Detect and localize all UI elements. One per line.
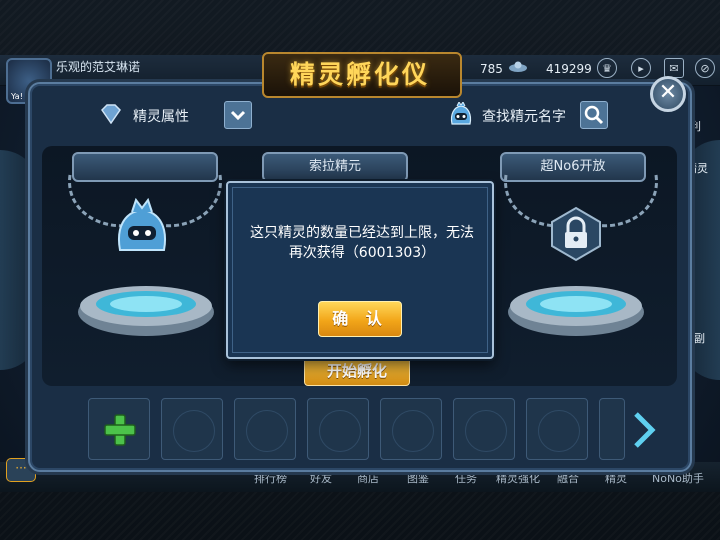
slot-ring bbox=[319, 410, 361, 452]
play-icon[interactable]: ▸ bbox=[631, 58, 651, 78]
resource-value-1: 785 bbox=[480, 62, 503, 76]
chevron-right-icon[interactable] bbox=[630, 410, 658, 450]
slot-add[interactable] bbox=[88, 398, 150, 460]
confirm-button[interactable]: 确 认 bbox=[318, 301, 402, 337]
player-name: 乐观的范艾琳诺 bbox=[56, 60, 141, 74]
nav-item-enhance[interactable]: 精灵强化 bbox=[496, 470, 540, 486]
side-label-3[interactable]: 副 bbox=[694, 330, 705, 346]
plus-icon bbox=[104, 414, 136, 446]
search-button[interactable] bbox=[580, 101, 608, 129]
nav-item-shop[interactable]: 商店 bbox=[357, 470, 379, 486]
spirit-slot[interactable] bbox=[380, 398, 442, 460]
slot-ring bbox=[392, 410, 434, 452]
slot-ring bbox=[173, 410, 215, 452]
slot-ring bbox=[538, 410, 580, 452]
chevron-down-icon bbox=[230, 110, 246, 121]
pedestal-left bbox=[78, 286, 214, 336]
spirit-slot[interactable] bbox=[453, 398, 515, 460]
avatar-badge: Ya! bbox=[11, 92, 23, 101]
panel-title: 精灵孵化仪 bbox=[289, 60, 430, 89]
nav-item-fusion[interactable]: 融合 bbox=[557, 470, 579, 486]
start-incubate-button[interactable]: 开始孵化 bbox=[304, 356, 410, 386]
spirit-slot[interactable] bbox=[234, 398, 296, 460]
diamond-icon bbox=[101, 104, 121, 124]
search-icon bbox=[584, 105, 604, 125]
search-label: 查找精元名字 bbox=[482, 109, 566, 125]
slot-banner-middle: 索拉精元 bbox=[262, 152, 408, 182]
nav-item-friends[interactable]: 好友 bbox=[310, 470, 332, 486]
settings-icon[interactable]: ⊘ bbox=[695, 58, 715, 78]
nav-item-tasks[interactable]: 任务 bbox=[455, 470, 477, 486]
spirit-slot[interactable] bbox=[307, 398, 369, 460]
spirit-head-icon bbox=[450, 102, 472, 125]
spirit-slot[interactable] bbox=[526, 398, 588, 460]
close-button[interactable]: ✕ bbox=[650, 76, 686, 112]
alert-dialog: 这只精灵的数量已经达到上限，无法再次获得（6001303） 确 认 bbox=[226, 181, 494, 359]
ship-icon bbox=[509, 61, 527, 72]
spirit-slot-partial[interactable] bbox=[599, 398, 625, 460]
lock-icon bbox=[551, 206, 601, 262]
nav-item-codex[interactable]: 图鉴 bbox=[407, 470, 429, 486]
mail-icon[interactable]: ✉ bbox=[664, 58, 684, 78]
pedestal-right bbox=[508, 286, 644, 336]
resource-value-2: 419299 bbox=[546, 62, 592, 76]
filter-label: 精灵属性 bbox=[133, 109, 189, 125]
nav-item-nono[interactable]: NoNo助手 bbox=[652, 470, 704, 486]
spirit-egg-icon bbox=[118, 198, 166, 251]
trophy-icon[interactable]: ♛ bbox=[597, 58, 617, 78]
slot-ring bbox=[246, 410, 288, 452]
spirit-slot[interactable] bbox=[161, 398, 223, 460]
slot-ring bbox=[465, 410, 507, 452]
dialog-message: 这只精灵的数量已经达到上限，无法再次获得（6001303） bbox=[250, 225, 474, 261]
nav-item-ranking[interactable]: 排行榜 bbox=[254, 470, 287, 486]
nav-item-spirits[interactable]: 精灵 bbox=[605, 470, 627, 486]
filter-dropdown-button[interactable] bbox=[224, 101, 252, 129]
